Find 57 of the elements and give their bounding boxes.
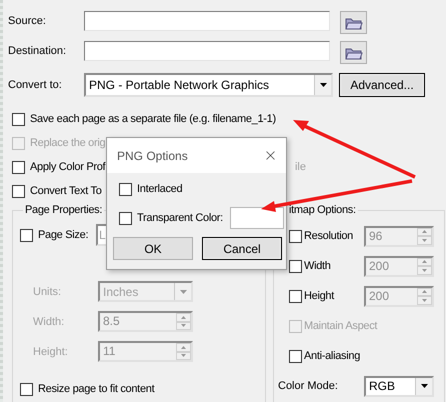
path-field[interactable] <box>84 41 330 61</box>
checkbox[interactable] <box>289 350 302 362</box>
field-label: Source: <box>8 14 47 29</box>
field-label: Units: <box>33 284 62 300</box>
checkbox[interactable] <box>119 182 132 196</box>
color-swatch[interactable] <box>230 207 284 229</box>
checkbox[interactable] <box>12 112 25 126</box>
option-label: Apply Color Prof <box>30 161 106 173</box>
path-field[interactable] <box>84 11 330 31</box>
color-mode-dropdown[interactable]: RGB <box>364 376 434 396</box>
up-icon <box>181 316 186 319</box>
option-label: Page Size: <box>38 229 90 241</box>
field-label: Color Mode: <box>278 379 339 394</box>
up-icon <box>422 290 427 294</box>
option-label: Convert Text To <box>30 185 102 197</box>
folder-icon <box>344 16 362 30</box>
option-label: Maintain Aspect <box>304 320 378 332</box>
field-label: Convert to: <box>8 78 63 93</box>
field-label: Height: <box>33 344 69 360</box>
checkbox[interactable] <box>20 382 33 396</box>
folder-icon <box>344 46 362 60</box>
checkbox[interactable] <box>12 160 25 174</box>
caret-icon <box>320 83 326 87</box>
down-icon <box>422 238 427 242</box>
down-icon <box>422 298 427 302</box>
field-label: Width: <box>33 314 66 330</box>
option-label: Interlaced <box>137 183 182 195</box>
dialog-button[interactable]: OK <box>113 237 193 260</box>
field-label: Destination: <box>8 44 68 59</box>
option-label: Save each page as a separate file (e.g. filename_1-1) <box>30 113 276 125</box>
option-label: Height <box>304 290 336 302</box>
dialog-button[interactable]: Cancel <box>202 237 282 260</box>
down-icon <box>422 268 427 272</box>
up-icon <box>422 260 427 264</box>
advanced-button[interactable]: Advanced... <box>339 73 425 97</box>
group-title: itmap Options: <box>287 204 358 217</box>
up-icon <box>422 230 427 234</box>
option-label: Transparent Color: <box>137 212 223 224</box>
checkbox[interactable] <box>12 184 25 198</box>
dialog-title: PNG Options <box>117 148 189 162</box>
checkbox[interactable] <box>20 228 33 242</box>
option-label: Replace the orig <box>30 137 106 149</box>
down-icon <box>181 324 186 328</box>
browse-button[interactable] <box>340 41 367 64</box>
option-label: Resize page to fit content <box>38 383 154 395</box>
option-label: Resolution <box>304 230 354 242</box>
format-dropdown[interactable]: PNG - Portable Network Graphics <box>84 73 333 97</box>
checkbox[interactable] <box>119 212 132 224</box>
browse-button[interactable] <box>340 11 367 34</box>
option-label: ile <box>294 161 306 173</box>
group-title: Page Properties: <box>23 204 104 217</box>
caret-icon <box>420 384 428 388</box>
caret-icon <box>180 290 186 294</box>
option-label: Width <box>304 260 332 272</box>
option-label: Anti-aliasing <box>304 350 360 362</box>
up-icon <box>181 346 186 349</box>
down-icon <box>181 354 186 358</box>
